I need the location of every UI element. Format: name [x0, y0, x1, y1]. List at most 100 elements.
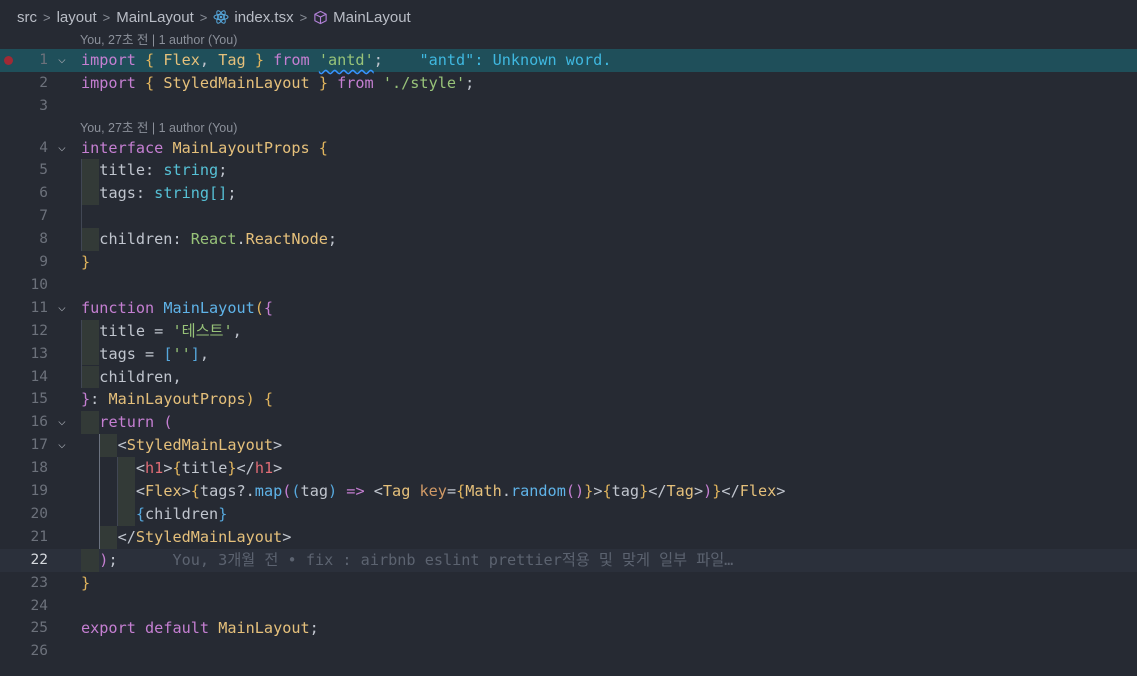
- code-line[interactable]: 17 ⌵ <StyledMainLayout>: [0, 434, 1137, 458]
- code-text: }: [81, 253, 91, 271]
- line-number: 26: [30, 643, 48, 660]
- line-number: 24: [30, 597, 48, 614]
- breadcrumb-item-symbol[interactable]: MainLayout: [333, 9, 411, 26]
- code-line[interactable]: 2 import { StyledMainLayout } from './st…: [0, 72, 1137, 95]
- code-text: <StyledMainLayout>: [117, 436, 283, 455]
- code-line[interactable]: 16 ⌵ return (: [0, 411, 1137, 435]
- code-line[interactable]: 24: [0, 595, 1137, 618]
- code-line[interactable]: 20 {children}: [0, 502, 1137, 526]
- indent-guide: [81, 159, 82, 251]
- code-editor[interactable]: You, 27초 전 | 1 author (You) 1 ⌵ import {…: [0, 32, 1137, 676]
- line-number: 22: [30, 551, 48, 568]
- code-text: import { StyledMainLayout } from './styl…: [81, 73, 475, 92]
- code-text: children,: [99, 367, 182, 386]
- code-text: return (: [99, 413, 173, 432]
- line-number: 18: [30, 460, 48, 477]
- code-text: {children}: [135, 504, 228, 523]
- code-text: </StyledMainLayout>: [117, 527, 292, 546]
- breadcrumb-item-mainlayout-folder[interactable]: MainLayout: [116, 9, 194, 26]
- line-number: 11: [30, 299, 48, 316]
- code-text: children: React.ReactNode;: [99, 230, 338, 249]
- line-number: 7: [39, 208, 48, 225]
- code-line[interactable]: 4 ⌵ interface MainLayoutProps {: [0, 137, 1137, 160]
- chevron-right-icon: >: [199, 9, 208, 25]
- code-line[interactable]: 11 ⌵ function MainLayout({: [0, 297, 1137, 320]
- code-line[interactable]: 10: [0, 274, 1137, 297]
- code-line[interactable]: 8 children: React.ReactNode;: [0, 228, 1137, 251]
- squiggle-antd: 'antd': [318, 51, 374, 69]
- indent-guide: [117, 457, 118, 526]
- git-blame-annotation: You, 3개월 전 • fix : airbnb eslint prettie…: [172, 550, 734, 569]
- code-text: interface MainLayoutProps {: [81, 138, 328, 157]
- line-number: 20: [30, 505, 48, 522]
- code-text: function MainLayout({: [81, 298, 274, 317]
- code-text: }: [81, 573, 91, 592]
- line-number: 17: [30, 437, 48, 454]
- line-number: 25: [30, 620, 48, 637]
- line-number: 14: [30, 368, 48, 385]
- code-text: <h1>{title}</h1>: [135, 459, 283, 478]
- code-line[interactable]: 9 }: [0, 251, 1137, 274]
- line-number: 10: [30, 276, 48, 293]
- breadcrumb: src > layout > MainLayout > index.tsx > …: [0, 0, 1137, 34]
- line-number: 19: [30, 483, 48, 499]
- code-line[interactable]: 13 tags = [''],: [0, 342, 1137, 366]
- code-line[interactable]: 19 <Flex>{tags?.map((tag) => <Tag key={M…: [0, 480, 1137, 503]
- codelens-author[interactable]: You, 27초 전 | 1 author (You): [80, 120, 237, 136]
- line-number: 13: [30, 345, 48, 362]
- line-number: 21: [30, 528, 48, 545]
- breadcrumb-item-file[interactable]: index.tsx: [234, 9, 293, 26]
- line-number: 12: [30, 322, 48, 339]
- code-text: title: string;: [99, 161, 228, 180]
- codelens-author[interactable]: You, 27초 전 | 1 author (You): [80, 32, 237, 48]
- react-file-icon: [213, 9, 229, 25]
- fold-chevron-icon[interactable]: ⌵: [58, 137, 66, 160]
- code-line[interactable]: 5 title: string;: [0, 159, 1137, 183]
- indent-guide: [99, 434, 100, 549]
- line-number: 8: [39, 231, 48, 248]
- inline-diagnostic: "antd": Unknown word.: [419, 51, 612, 69]
- fold-chevron-icon[interactable]: ⌵: [58, 411, 66, 434]
- code-text: import { Flex, Tag } from 'antd'; "antd"…: [81, 51, 612, 69]
- code-line[interactable]: 26: [0, 640, 1137, 663]
- code-line[interactable]: 23 }: [0, 572, 1137, 595]
- fold-chevron-icon[interactable]: ⌵: [58, 49, 66, 72]
- breadcrumb-item-src[interactable]: src: [17, 9, 37, 26]
- code-text: ); You, 3개월 전 • fix : airbnb eslint pret…: [99, 550, 734, 569]
- line-number: 2: [39, 74, 48, 91]
- line-number: 3: [39, 97, 48, 114]
- code-line[interactable]: 3: [0, 95, 1137, 118]
- code-line[interactable]: 21 </StyledMainLayout>: [0, 525, 1137, 549]
- line-number: 5: [39, 162, 48, 179]
- fold-chevron-icon[interactable]: ⌵: [58, 434, 66, 457]
- line-number: 6: [39, 185, 48, 202]
- code-line[interactable]: 14 children,: [0, 365, 1137, 389]
- line-number: 15: [30, 391, 48, 408]
- code-line[interactable]: 15 }: MainLayoutProps) {: [0, 388, 1137, 411]
- code-line[interactable]: 18 <h1>{title}</h1>: [0, 457, 1137, 480]
- line-number: 23: [30, 574, 48, 591]
- code-text: tags = [''],: [99, 344, 210, 363]
- code-line[interactable]: 7: [0, 205, 1137, 228]
- code-text: }: MainLayoutProps) {: [81, 390, 274, 409]
- code-text: <Flex>{tags?.map((tag) => <Tag key={Math…: [135, 482, 786, 500]
- chevron-right-icon: >: [102, 9, 111, 25]
- fold-chevron-icon[interactable]: ⌵: [58, 297, 66, 320]
- code-line[interactable]: 6 tags: string[];: [0, 182, 1137, 206]
- chevron-right-icon: >: [299, 9, 308, 25]
- line-number: 4: [39, 139, 48, 156]
- code-text: title = '테스트',: [99, 321, 242, 340]
- code-line[interactable]: 1 ⌵ import { Flex, Tag } from 'antd'; "a…: [0, 49, 1137, 72]
- code-line[interactable]: 25 export default MainLayout;: [0, 617, 1137, 640]
- code-text: tags: string[];: [99, 184, 237, 203]
- line-number: 9: [39, 254, 48, 270]
- chevron-right-icon: >: [43, 9, 51, 25]
- breadcrumb-item-layout[interactable]: layout: [57, 9, 97, 26]
- code-line[interactable]: 12 title = '테스트',: [0, 319, 1137, 343]
- line-number: 1: [39, 52, 48, 68]
- code-line-active[interactable]: 22 ); You, 3개월 전 • fix : airbnb eslint p…: [0, 548, 1137, 572]
- indent-guide: [81, 319, 82, 389]
- line-number: 16: [30, 414, 48, 431]
- code-text: export default MainLayout;: [81, 619, 319, 638]
- symbol-cube-icon: [313, 10, 328, 25]
